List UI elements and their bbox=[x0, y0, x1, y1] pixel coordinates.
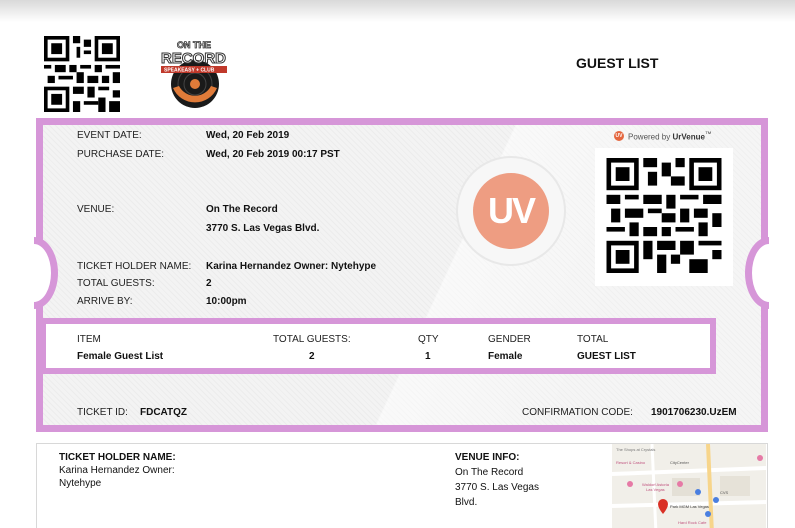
map-label: Las Vegas bbox=[646, 487, 665, 492]
purchase-date-value: Wed, 20 Feb 2019 00:17 PST bbox=[206, 149, 340, 160]
item-gender: Female bbox=[488, 351, 523, 362]
items-header-total-guests: TOTAL GUESTS: bbox=[273, 334, 351, 345]
ticket-holder-value: Karina Hernandez Owner: Nytehype bbox=[206, 261, 377, 272]
info-holder-line-1: Karina Hernandez Owner: bbox=[59, 465, 175, 476]
info-venue-line-2: 3770 S. Las Vegas bbox=[455, 482, 539, 493]
info-venue-line-1: On The Record bbox=[455, 467, 524, 478]
items-table bbox=[40, 318, 716, 374]
logo-text-line3: SPEAKEASY + CLUB bbox=[164, 68, 215, 74]
map-pin-pink bbox=[627, 481, 633, 487]
map-label: Park MGM Las Vegas bbox=[670, 504, 709, 509]
items-header-total: TOTAL bbox=[577, 334, 609, 345]
item-qty: 1 bbox=[425, 351, 431, 362]
arrive-by-value: 10:00pm bbox=[206, 296, 247, 307]
ticket-id-value: FDCATQZ bbox=[140, 407, 188, 418]
info-holder-line-2: Nytehype bbox=[59, 478, 102, 489]
venue-label: VENUE: bbox=[77, 204, 115, 215]
arrive-by-label: ARRIVE BY: bbox=[77, 296, 133, 307]
item-name: Female Guest List bbox=[77, 351, 164, 362]
powered-by-tm: ™ bbox=[704, 131, 712, 138]
qr-code-small bbox=[44, 36, 120, 112]
info-venue-heading: VENUE INFO: bbox=[455, 452, 520, 463]
total-guests-label: TOTAL GUESTS: bbox=[77, 278, 155, 289]
map-pin-blue bbox=[705, 511, 711, 517]
powered-by-brand: UrVenue bbox=[672, 132, 705, 142]
map-pin-pink bbox=[677, 481, 683, 487]
map-pin-pink bbox=[757, 455, 763, 461]
venue-logo: ON THE RECORD SPEAKEASY + CLUB bbox=[161, 40, 227, 108]
purchase-date-label: PURCHASE DATE: bbox=[77, 149, 165, 160]
powered-by: UV Powered by UrVenue™ bbox=[614, 131, 712, 142]
map-pin-blue bbox=[695, 489, 701, 495]
map-label: CVS bbox=[720, 490, 729, 495]
map-label: CityCenter bbox=[670, 460, 690, 465]
qr-code-large bbox=[606, 158, 722, 273]
event-date-label: EVENT DATE: bbox=[77, 130, 142, 141]
uv-watermark: UV bbox=[473, 173, 549, 249]
map-label: The Shops at Crystals bbox=[616, 447, 655, 452]
ticket-notch-right bbox=[745, 237, 769, 309]
info-holder-heading: TICKET HOLDER NAME: bbox=[59, 452, 176, 463]
items-header-gender: GENDER bbox=[488, 334, 531, 345]
item-total: GUEST LIST bbox=[577, 351, 636, 362]
venue-name: On The Record bbox=[206, 204, 278, 215]
map-label: Hard Rock Cafe bbox=[678, 520, 707, 525]
map-label: Resort & Casino bbox=[616, 460, 646, 465]
venue-map[interactable]: The Shops at Crystals Resort & Casino Ci… bbox=[612, 444, 766, 528]
venue-address: 3770 S. Las Vegas Blvd. bbox=[206, 223, 320, 234]
event-date-value: Wed, 20 Feb 2019 bbox=[206, 130, 290, 141]
logo-text-line2: RECORD bbox=[161, 50, 226, 67]
confirmation-value: 1901706230.UzEM bbox=[651, 407, 737, 418]
map-pin-blue bbox=[713, 497, 719, 503]
powered-by-prefix: Powered by bbox=[628, 132, 671, 142]
total-guests-value: 2 bbox=[206, 278, 212, 289]
ticket-holder-label: TICKET HOLDER NAME: bbox=[77, 261, 192, 272]
confirmation-label: CONFIRMATION CODE: bbox=[522, 407, 633, 418]
item-total-guests: 2 bbox=[309, 351, 315, 362]
items-header-qty: QTY bbox=[418, 334, 439, 345]
logo-text-line1: ON THE bbox=[177, 40, 211, 50]
info-venue-line-3: Blvd. bbox=[455, 497, 478, 508]
ticket-id-label: TICKET ID: bbox=[77, 407, 128, 418]
items-header-item: ITEM bbox=[77, 334, 101, 345]
top-shade bbox=[0, 0, 795, 22]
ticket-notch-left bbox=[34, 237, 58, 309]
urvenue-icon: UV bbox=[614, 131, 624, 142]
page-title: GUEST LIST bbox=[576, 55, 659, 71]
